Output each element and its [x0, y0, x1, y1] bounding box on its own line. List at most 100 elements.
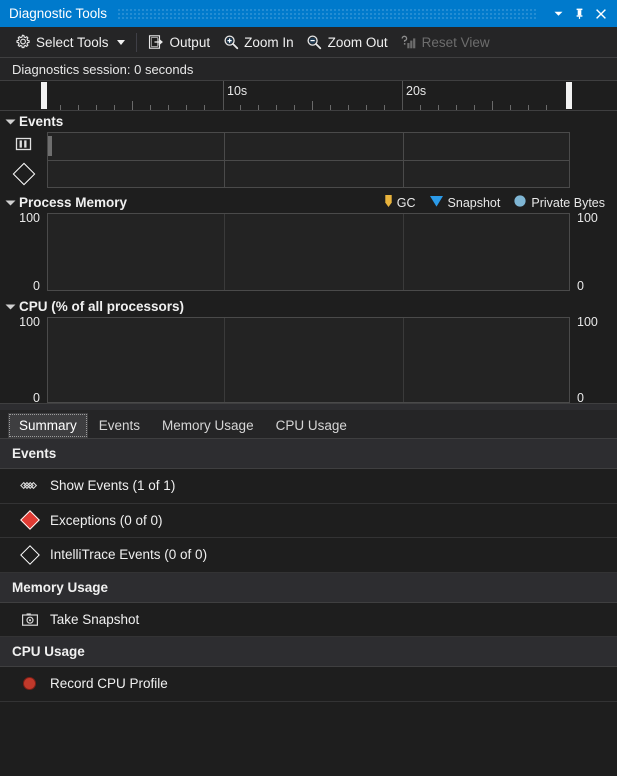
- zoom-in-icon: [222, 34, 239, 51]
- window-dropdown-button[interactable]: [548, 3, 569, 25]
- process-memory-section-header[interactable]: Process Memory GC Snapshot Private Bytes: [0, 192, 617, 213]
- reset-view-button[interactable]: Reset View: [394, 30, 496, 54]
- gc-marker-icon: [384, 194, 393, 211]
- gear-icon: [14, 34, 31, 51]
- cpu-section-header[interactable]: CPU (% of all processors): [0, 296, 617, 317]
- collapse-triangle-icon: [5, 119, 16, 124]
- diamond-outline-icon: [12, 162, 35, 186]
- cpu-chart: 100 0 100 0: [0, 315, 617, 405]
- summary-panel: Events Show Events (1 of 1) Exceptions (…: [0, 439, 617, 776]
- cpu-plot-area[interactable]: [47, 317, 570, 403]
- graph-pane: 10s 20s Events Process Memory GC Snapsho…: [0, 81, 617, 405]
- summary-group-title: Memory Usage: [12, 579, 109, 595]
- legend-item-snapshot: Snapshot: [429, 194, 501, 211]
- tab-events-label: Events: [98, 418, 141, 433]
- summary-item-show-events[interactable]: Show Events (1 of 1): [0, 469, 617, 504]
- diagnostics-session-label: Diagnostics session: 0 seconds: [12, 61, 194, 77]
- process-memory-plot-area[interactable]: [47, 213, 570, 291]
- window-close-button[interactable]: [590, 3, 611, 25]
- collapse-triangle-icon: [5, 200, 16, 205]
- tab-memory-usage-label: Memory Usage: [162, 418, 254, 433]
- window-pin-button[interactable]: [569, 3, 590, 25]
- detail-tabstrip: Summary Events Memory Usage CPU Usage: [0, 410, 617, 439]
- diagnostic-tools-window: Diagnostic Tools Select Tools Output Zoo…: [0, 0, 617, 776]
- axis-label-max: 100: [577, 211, 598, 225]
- output-button[interactable]: Output: [142, 30, 217, 54]
- record-icon: [20, 677, 39, 691]
- timeline-ruler[interactable]: 10s 20s: [0, 81, 617, 111]
- intellitrace-bars-icon: [14, 136, 33, 157]
- summary-item-record-cpu-profile[interactable]: Record CPU Profile: [0, 667, 617, 702]
- zoom-in-button[interactable]: Zoom In: [216, 30, 300, 54]
- axis-label-min: 0: [577, 279, 584, 293]
- ruler-label-20s: 20s: [406, 84, 427, 98]
- summary-item-label: Record CPU Profile: [50, 676, 168, 692]
- select-tools-label: Select Tools: [36, 34, 109, 50]
- ruler-gridline-10s: [223, 81, 224, 110]
- cpu-section-title: CPU (% of all processors): [19, 299, 185, 314]
- chevron-down-icon: [553, 8, 564, 19]
- tab-events[interactable]: Events: [88, 413, 151, 438]
- process-memory-axis-left: 100 0: [0, 211, 47, 293]
- select-tools-button[interactable]: Select Tools: [8, 30, 131, 54]
- summary-item-take-snapshot[interactable]: Take Snapshot: [0, 603, 617, 637]
- red-diamond-icon: [19, 510, 40, 531]
- summary-item-exceptions[interactable]: Exceptions (0 of 0): [0, 504, 617, 538]
- tab-summary[interactable]: Summary: [8, 413, 88, 438]
- zoom-out-button[interactable]: Zoom Out: [300, 30, 394, 54]
- ruler-gridline-20s: [402, 81, 403, 110]
- zoom-out-label: Zoom Out: [327, 34, 388, 50]
- cpu-axis-right: 100 0: [570, 315, 617, 405]
- axis-label-min: 0: [33, 391, 40, 405]
- snapshot-marker-icon: [429, 194, 444, 211]
- timeline-selection-start-handle[interactable]: [41, 82, 47, 109]
- process-memory-axis-right: 100 0: [570, 211, 617, 293]
- tab-cpu-usage-label: CPU Usage: [275, 418, 347, 433]
- titlebar-drag-grip[interactable]: [117, 7, 538, 20]
- tab-summary-label: Summary: [19, 418, 77, 433]
- summary-group-header-memory-usage: Memory Usage: [0, 572, 617, 603]
- legend-label-private-bytes: Private Bytes: [531, 195, 605, 210]
- process-memory-legend: GC Snapshot Private Bytes: [384, 194, 617, 211]
- events-row-1[interactable]: [48, 133, 569, 160]
- events-row-1-marker: [48, 136, 52, 156]
- private-bytes-marker-icon: [513, 194, 527, 211]
- events-row-2-icon-cell[interactable]: [0, 160, 47, 188]
- output-label: Output: [169, 34, 211, 50]
- axis-label-max: 100: [577, 315, 598, 329]
- ruler-label-10s: 10s: [227, 84, 248, 98]
- legend-label-gc: GC: [396, 195, 416, 210]
- legend-label-snapshot: Snapshot: [447, 195, 501, 210]
- tab-cpu-usage[interactable]: CPU Usage: [265, 413, 358, 438]
- axis-label-min: 0: [33, 279, 40, 293]
- white-diamond-icon: [19, 544, 40, 565]
- diagnostics-session-bar: Diagnostics session: 0 seconds: [0, 58, 617, 81]
- close-icon: [595, 8, 607, 20]
- events-row-1-icon-cell[interactable]: [0, 132, 47, 160]
- reset-view-icon: [400, 34, 417, 51]
- tab-memory-usage[interactable]: Memory Usage: [151, 413, 265, 438]
- summary-item-label: Exceptions (0 of 0): [50, 512, 163, 528]
- pane-splitter[interactable]: [0, 403, 617, 410]
- events-row-2[interactable]: [48, 160, 569, 187]
- process-memory-section-title: Process Memory: [19, 195, 128, 210]
- zoom-in-label: Zoom In: [244, 34, 294, 50]
- summary-item-intellitrace-events[interactable]: IntelliTrace Events (0 of 0): [0, 538, 617, 573]
- zoom-out-icon: [306, 34, 323, 51]
- axis-label-max: 100: [19, 315, 40, 329]
- events-section-header[interactable]: Events: [0, 111, 617, 132]
- summary-item-label: Take Snapshot: [50, 611, 140, 627]
- events-cluster-icon: [20, 480, 39, 492]
- summary-group-header-events: Events: [0, 439, 617, 469]
- collapse-triangle-icon: [5, 304, 16, 309]
- pin-icon: [573, 7, 586, 20]
- timeline-selection-end-handle[interactable]: [566, 82, 572, 109]
- axis-label-min: 0: [577, 391, 584, 405]
- output-icon: [148, 34, 165, 51]
- events-grid[interactable]: [47, 132, 570, 188]
- summary-item-label: IntelliTrace Events (0 of 0): [50, 547, 208, 563]
- window-title: Diagnostic Tools: [9, 6, 108, 21]
- window-titlebar: Diagnostic Tools: [0, 0, 617, 27]
- summary-group-header-cpu-usage: CPU Usage: [0, 637, 617, 667]
- events-gutter: [0, 132, 47, 188]
